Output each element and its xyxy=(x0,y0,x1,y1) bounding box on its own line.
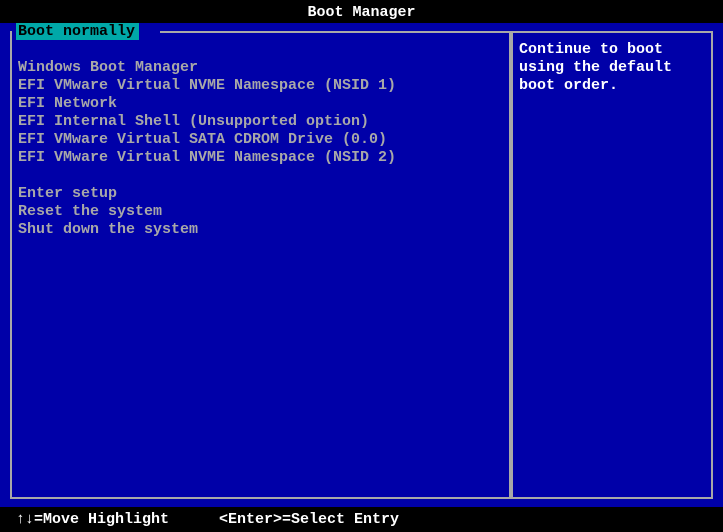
main-area: Boot normally Windows Boot Manager EFI V… xyxy=(0,23,723,507)
boot-option[interactable]: EFI VMware Virtual SATA CDROM Drive (0.0… xyxy=(18,131,503,149)
help-panel: Continue to boot using the default boot … xyxy=(511,31,713,499)
boot-option[interactable]: EFI VMware Virtual NVME Namespace (NSID … xyxy=(18,149,503,167)
key-hints-bar: ↑↓=Move Highlight <Enter>=Select Entry xyxy=(0,507,723,532)
hint-move: ↑↓=Move Highlight xyxy=(16,511,169,528)
boot-option[interactable]: EFI Internal Shell (Unsupported option) xyxy=(18,113,503,131)
spacer xyxy=(18,167,503,185)
boot-option[interactable]: EFI VMware Virtual NVME Namespace (NSID … xyxy=(18,77,503,95)
boot-option[interactable]: Windows Boot Manager xyxy=(18,59,503,77)
system-option-reset[interactable]: Reset the system xyxy=(18,203,503,221)
help-text: Continue to boot using the default boot … xyxy=(519,41,705,95)
system-option-shutdown[interactable]: Shut down the system xyxy=(18,221,503,239)
boot-option[interactable]: EFI Network xyxy=(18,95,503,113)
hint-select: <Enter>=Select Entry xyxy=(219,511,399,528)
boot-manager-screen: Boot Manager Boot normally Windows Boot … xyxy=(0,0,723,532)
system-option-setup[interactable]: Enter setup xyxy=(18,185,503,203)
boot-options-panel: Boot normally Windows Boot Manager EFI V… xyxy=(10,31,511,499)
selected-entry-highlight[interactable]: Boot normally xyxy=(16,23,139,40)
title-bar: Boot Manager xyxy=(0,0,723,23)
boot-options-list: Windows Boot Manager EFI VMware Virtual … xyxy=(16,51,505,247)
